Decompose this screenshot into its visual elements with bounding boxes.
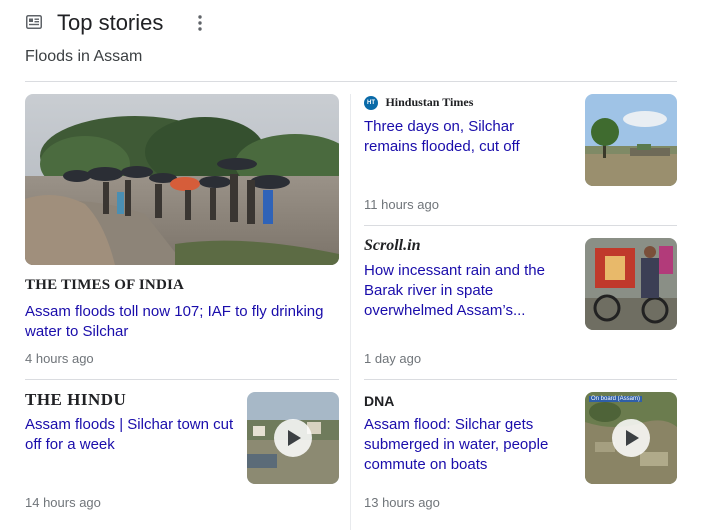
ht-story-image[interactable] <box>585 94 677 186</box>
publisher-ht: HT Hindustan Times <box>364 94 574 112</box>
more-vert-icon[interactable] <box>192 11 208 35</box>
video-label: On board (Assam) <box>589 396 643 402</box>
headline-scroll[interactable]: How incessant rain and the Barak river i… <box>364 261 574 321</box>
publisher-dna: DNA <box>364 393 395 409</box>
headline-dna[interactable]: Assam flood: Silchar gets submerged in w… <box>364 415 574 475</box>
row-divider <box>25 379 339 380</box>
play-icon[interactable] <box>274 419 312 457</box>
play-icon[interactable] <box>612 419 650 457</box>
timestamp-dna: 13 hours ago <box>364 495 440 510</box>
hindu-video-thumbnail[interactable] <box>247 392 339 484</box>
ht-logo-icon: HT <box>364 95 378 110</box>
row-divider <box>364 225 677 226</box>
topic-label: Floods in Assam <box>25 48 143 65</box>
row-divider <box>364 379 677 380</box>
header-divider <box>25 81 677 82</box>
column-divider <box>350 94 351 530</box>
timestamp-toi: 4 hours ago <box>25 351 94 366</box>
timestamp-hindu: 14 hours ago <box>25 495 101 510</box>
headline-toi[interactable]: Assam floods toll now 107; IAF to fly dr… <box>25 302 325 342</box>
section-title: Top stories <box>57 10 164 35</box>
timestamp-scroll: 1 day ago <box>364 351 422 366</box>
publisher-hindu: THE HINDU <box>25 390 127 409</box>
headline-hindu[interactable]: Assam floods | Silchar town cut off for … <box>25 415 235 455</box>
headline-ht[interactable]: Three days on, Silchar remains flooded, … <box>364 117 569 157</box>
dna-video-thumbnail[interactable]: On board (Assam) <box>585 392 677 484</box>
publisher-scroll: Scroll.in <box>364 237 421 254</box>
publisher-toi: THE TIMES OF INDIA <box>25 277 185 293</box>
toi-story-image[interactable] <box>25 94 339 265</box>
scroll-story-image[interactable] <box>585 238 677 330</box>
timestamp-ht: 11 hours ago <box>364 197 439 212</box>
newspaper-icon <box>26 15 42 29</box>
